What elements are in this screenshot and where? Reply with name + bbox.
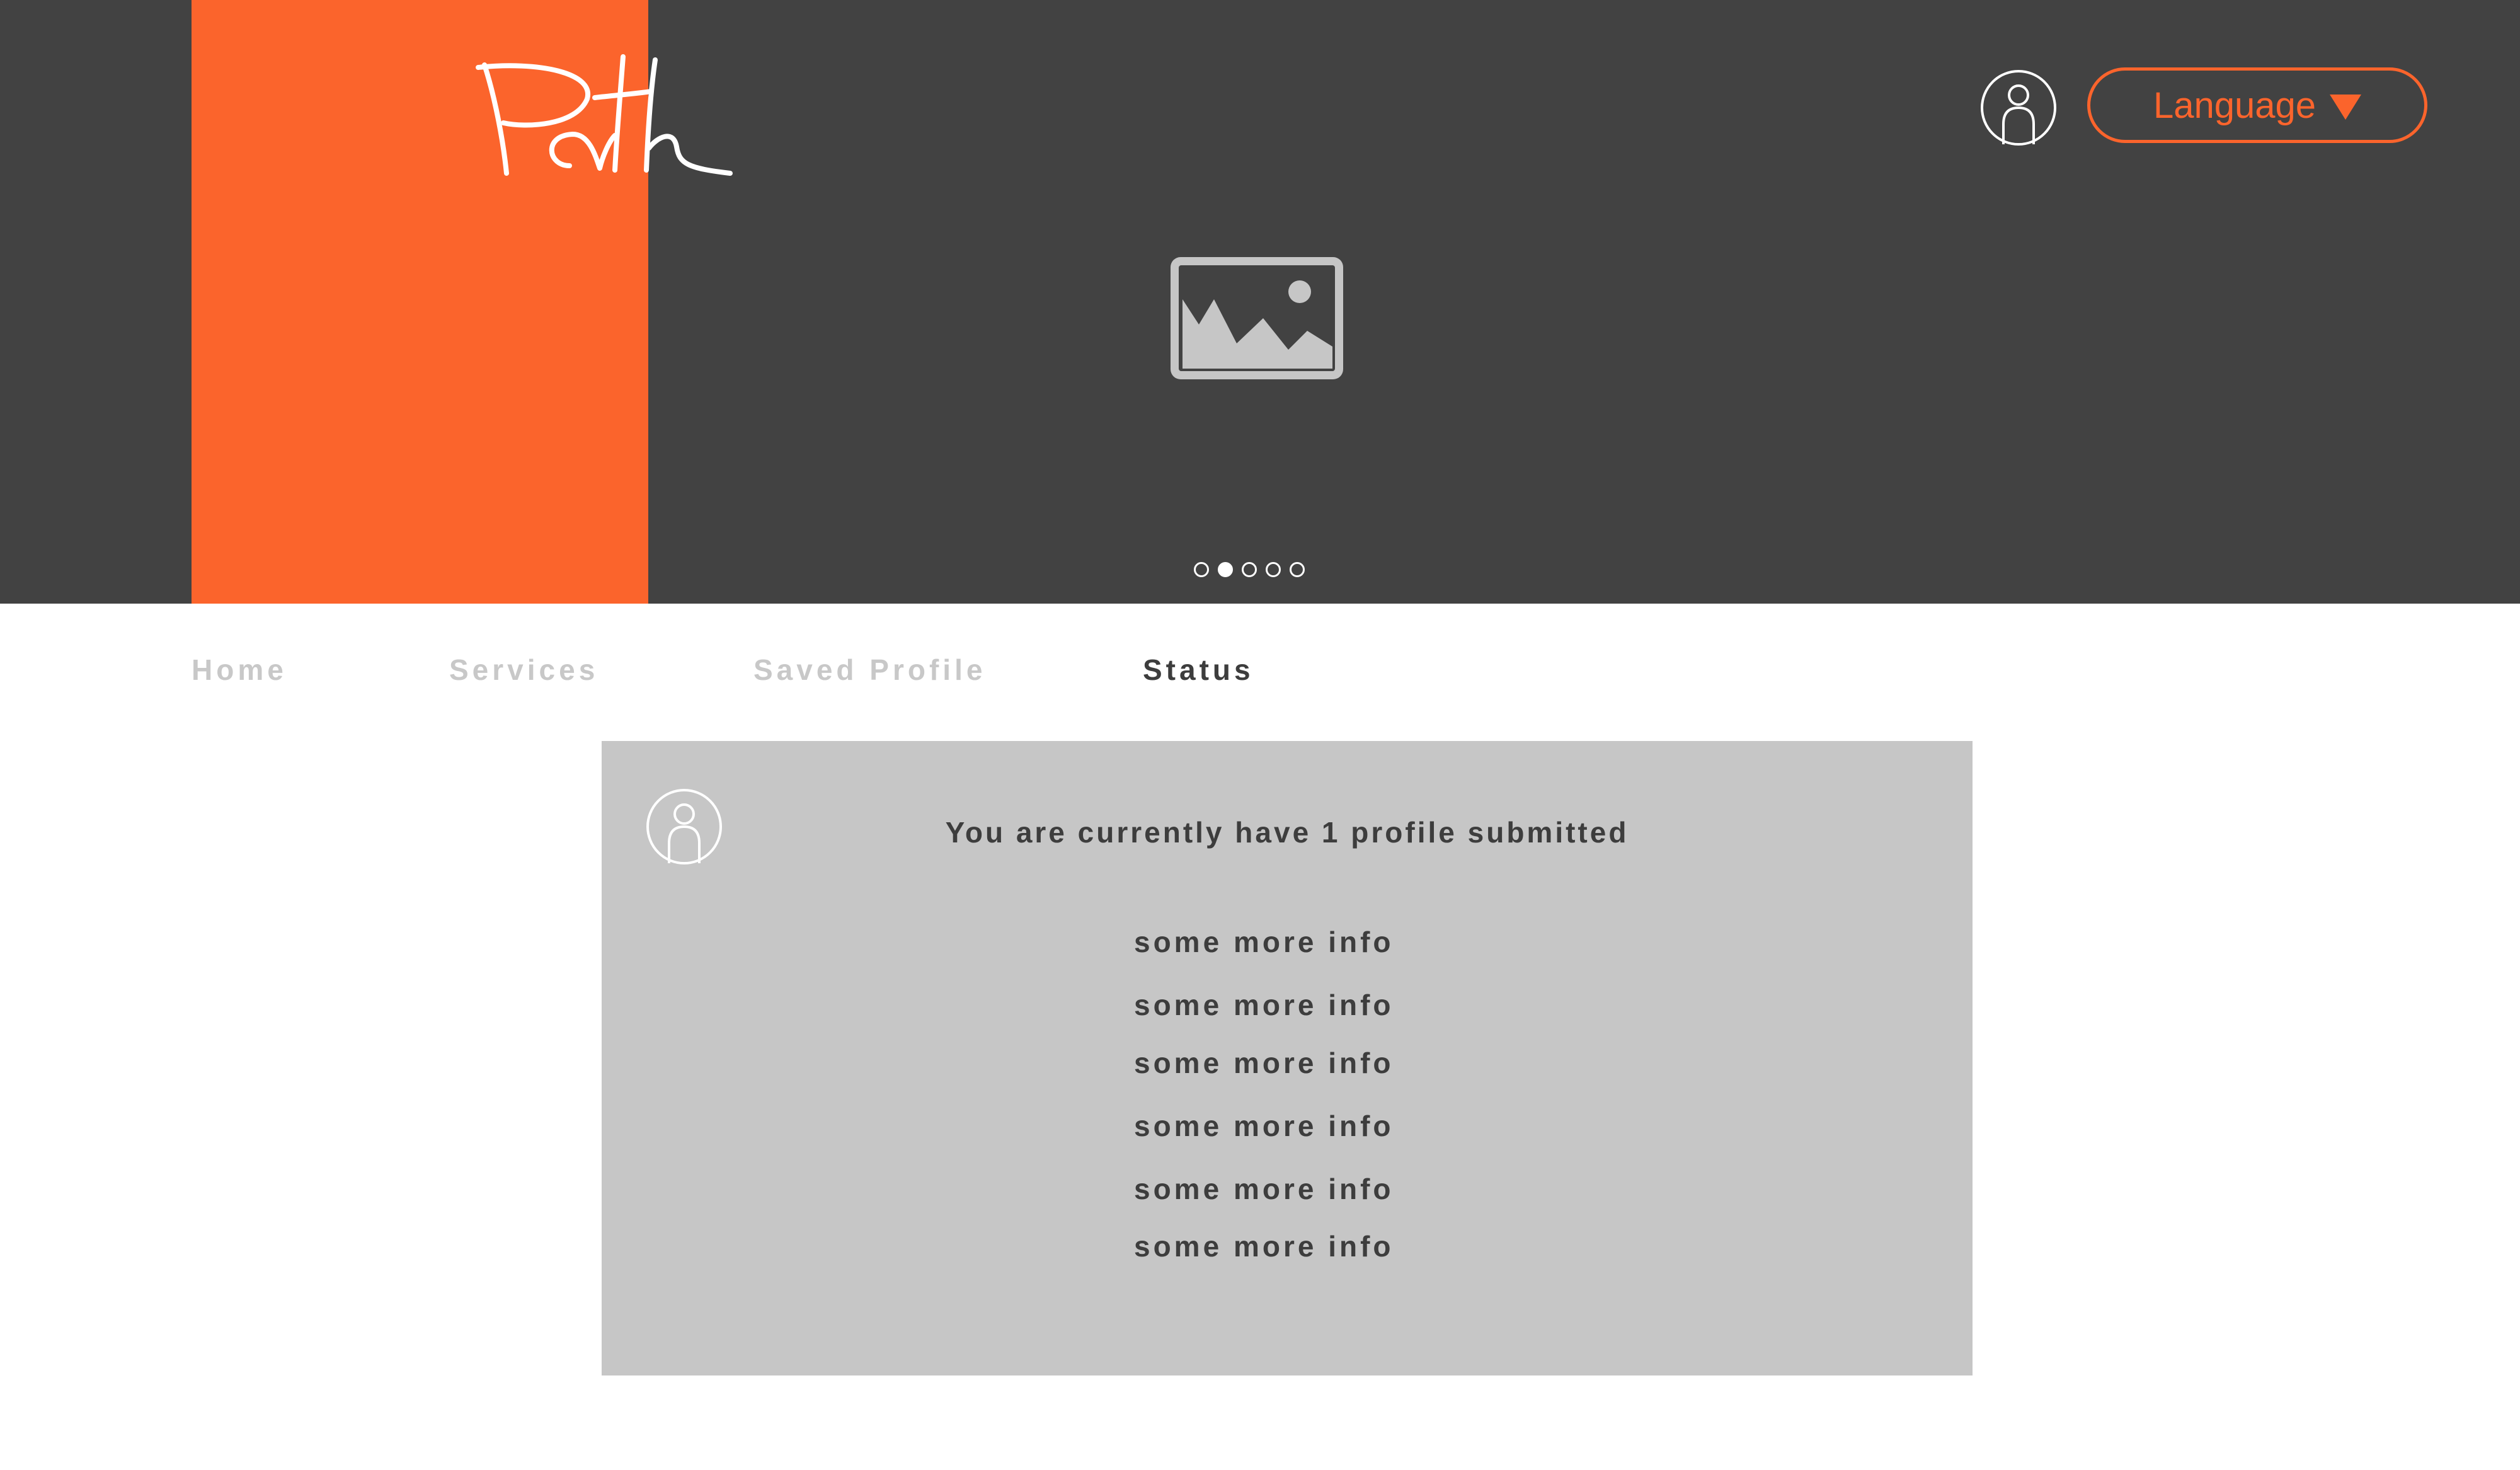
info-line: some more info [1134, 1173, 1394, 1205]
status-card: You are currently have 1 profile submitt… [602, 741, 1973, 1375]
hero-banner: Language [0, 0, 2520, 604]
main-nav: Home Services Saved Profile Status [0, 653, 2520, 691]
nav-item-services[interactable]: Services [449, 653, 598, 687]
nav-item-home[interactable]: Home [192, 653, 287, 687]
path-logo[interactable] [469, 54, 733, 176]
carousel-dot[interactable] [1242, 562, 1257, 577]
carousel-dot[interactable] [1266, 562, 1281, 577]
carousel-indicator [1194, 562, 1305, 581]
language-button[interactable]: Language [2087, 67, 2427, 143]
info-line: some more info [1134, 926, 1394, 958]
carousel-dot[interactable] [1194, 562, 1209, 577]
info-line: some more info [1134, 1110, 1394, 1142]
user-icon[interactable] [1979, 69, 2058, 147]
nav-item-status[interactable]: Status [1143, 653, 1254, 687]
triangle-down-icon [2330, 95, 2362, 120]
carousel-dot-active[interactable] [1218, 562, 1233, 577]
nav-item-saved-profile[interactable]: Saved Profile [753, 653, 986, 687]
language-label: Language [2153, 84, 2317, 126]
info-line: some more info [1134, 1047, 1394, 1079]
brand-panel [192, 0, 733, 604]
info-line: some more info [1134, 1230, 1394, 1263]
info-line: some more info [1134, 989, 1394, 1021]
status-title: You are currently have 1 profile submitt… [945, 816, 1629, 849]
image-placeholder-icon [1171, 257, 1343, 379]
carousel-dot[interactable] [1290, 562, 1305, 577]
